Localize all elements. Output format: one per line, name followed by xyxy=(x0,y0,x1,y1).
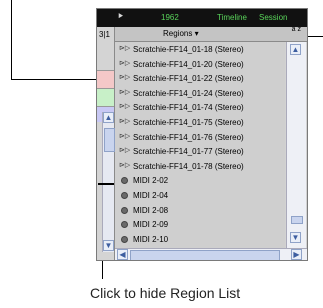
region-name: Scratchie-FF14_01-74 (Stereo) xyxy=(133,103,244,113)
stereo-region-icon: ⊳▷ xyxy=(119,45,131,52)
callout-line-right xyxy=(306,36,323,37)
stereo-region-icon: ⊳▷ xyxy=(119,147,131,155)
midi-region-icon xyxy=(121,221,128,229)
region-name: MIDI 2-10 xyxy=(133,234,169,244)
sort-az-icon[interactable]: a z xyxy=(292,26,301,33)
callout-line-left-horizontal xyxy=(11,79,97,80)
scroll-up-icon[interactable]: ▲ xyxy=(103,112,114,123)
session-label[interactable]: Session xyxy=(259,13,287,22)
scroll-up-icon[interactable]: ▲ xyxy=(290,44,301,55)
caption: Click to hide Region List xyxy=(90,285,241,301)
midi-region-icon xyxy=(121,192,128,199)
region-name: MIDI 2-08 xyxy=(133,205,169,215)
regions-menu-label[interactable]: Regions ▾ xyxy=(163,29,199,38)
stereo-region-icon: ⊳▷ xyxy=(119,132,131,140)
scroll-left-icon[interactable]: ◀ xyxy=(117,249,128,260)
stereo-region-icon: ⊳▷ xyxy=(119,103,131,111)
scroll-thumb[interactable] xyxy=(104,128,115,152)
region-name: Scratchie-FF14_01-75 (Stereo) xyxy=(133,118,244,127)
region-name: MIDI 2-09 xyxy=(133,220,169,230)
region-list-header[interactable]: Regions ▾ a z xyxy=(115,26,307,42)
midi-region-icon xyxy=(121,177,128,185)
region-vertical-scrollbar[interactable]: ▲ ▼ xyxy=(286,42,306,248)
region-name: Scratchie-FF14_01-77 (Stereo) xyxy=(133,147,244,157)
callout-line-left-vertical xyxy=(11,0,12,79)
scroll-thumb[interactable] xyxy=(130,250,280,260)
pro-tools-edit-window: ⯈ 1962 Timeline Session 3|1 ▲ ▼ > » Regi… xyxy=(96,8,308,261)
track-vertical-scrollbar[interactable]: ▲ ▼ xyxy=(98,112,115,252)
track-lane-red[interactable] xyxy=(97,70,114,88)
region-horizontal-scrollbar[interactable]: ◀ ▶ xyxy=(115,248,307,260)
track-lane-green[interactable] xyxy=(97,88,114,106)
callout-line-bottom xyxy=(102,259,103,279)
region-name: Scratchie-FF14_01-18 (Stereo) xyxy=(133,45,244,54)
midi-region-icon xyxy=(121,206,128,214)
stereo-region-icon: ⊳▷ xyxy=(119,161,131,169)
region-name: Scratchie-FF14_01-22 (Stereo) xyxy=(133,74,244,84)
region-name: Scratchie-FF14_01-76 (Stereo) xyxy=(133,132,244,142)
region-list-panel: Regions ▾ a z ⊳▷ Scratchie-FF14_01-18 (St… xyxy=(115,26,307,260)
track-area: 3|1 ▲ ▼ > » xyxy=(97,27,115,260)
region-name: MIDI 2-04 xyxy=(133,191,169,200)
counter-value: 1962 xyxy=(161,13,179,22)
region-list: ⊳▷ Scratchie-FF14_01-18 (Stereo) ⊳▷ Scratch… xyxy=(115,42,285,248)
scroll-right-icon[interactable]: ▶ xyxy=(291,249,302,260)
stereo-region-icon: ⊳▷ xyxy=(119,74,131,82)
track-position-label: 3|1 xyxy=(99,30,110,39)
midi-region-icon xyxy=(121,235,128,243)
stereo-region-icon: ⊳▷ xyxy=(119,88,131,96)
cursor-arrow-icon[interactable]: ⯈ xyxy=(117,11,124,22)
scroll-down-icon[interactable]: ▼ xyxy=(103,240,114,251)
region-name: Scratchie-FF14_01-78 (Stereo) xyxy=(133,161,244,171)
region-name: Scratchie-FF14_01-24 (Stereo) xyxy=(133,88,244,98)
toolbar: ⯈ 1962 Timeline Session xyxy=(97,9,307,27)
divider-line xyxy=(98,183,114,185)
scroll-down-icon[interactable]: ▼ xyxy=(290,232,301,243)
timeline-label[interactable]: Timeline xyxy=(217,13,247,22)
stereo-region-icon: ⊳▷ xyxy=(119,59,131,67)
region-name: MIDI 2-02 xyxy=(133,176,169,186)
stereo-region-icon: ⊳▷ xyxy=(119,118,131,125)
region-name: Scratchie-FF14_01-20 (Stereo) xyxy=(133,59,244,69)
scroll-thumb[interactable] xyxy=(291,216,303,224)
